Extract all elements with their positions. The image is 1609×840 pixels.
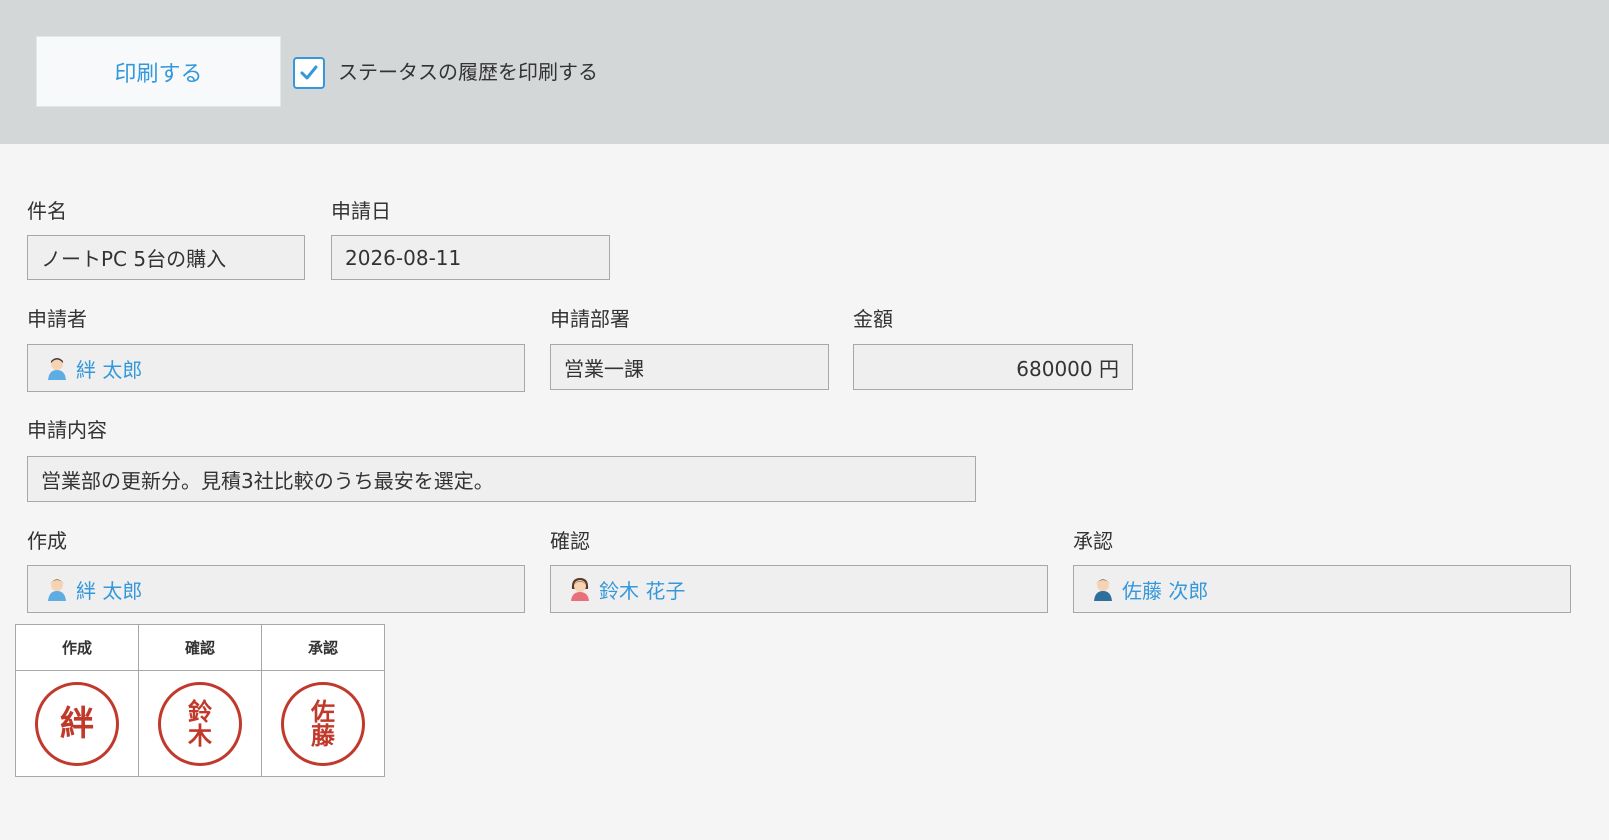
apply-date-value: 2026-08-11 (345, 245, 462, 270)
print-history-checkbox[interactable] (293, 57, 325, 89)
seal-checker-text: 鈴木 (188, 697, 212, 750)
applicant-user-link[interactable]: 絆 太郎 (76, 354, 142, 383)
applicant-field: 絆 太郎 (27, 344, 525, 392)
user-avatar-female-icon (571, 578, 589, 601)
creator-label: 作成 (27, 529, 67, 553)
seal-checker: 鈴木 (158, 681, 242, 766)
department-label: 申請部署 (550, 307, 630, 331)
stamp-cell-checker: 鈴木 (138, 670, 262, 777)
user-avatar-icon (48, 358, 66, 380)
subject-field: ノートPC 5台の購入 (27, 235, 305, 280)
seal-creator: 絆 (35, 681, 119, 766)
print-button[interactable]: 印刷する (36, 36, 281, 107)
stamp-header-checker: 確認 (138, 624, 262, 671)
approver-label: 承認 (1073, 529, 1113, 553)
amount-label: 金額 (853, 307, 893, 331)
checker-user-link[interactable]: 鈴木 花子 (599, 575, 685, 604)
subject-value: ノートPC 5台の購入 (41, 247, 227, 271)
stamp-header-row: 作成 確認 承認 (15, 624, 385, 671)
checkmark-icon (300, 65, 318, 80)
seal-creator-text: 絆 (60, 703, 94, 744)
content-label: 申請内容 (27, 418, 107, 442)
stamp-seal-row: 絆 鈴木 佐藤 (15, 670, 385, 777)
stamp-header-approver: 承認 (261, 624, 385, 671)
amount-value: 680000 円 (1016, 356, 1119, 381)
stamp-cell-approver: 佐藤 (261, 670, 385, 777)
subject-label: 件名 (27, 199, 67, 223)
checker-label: 確認 (550, 529, 590, 553)
print-history-label[interactable]: ステータスの履歴を印刷する (338, 58, 598, 86)
print-toolbar: 印刷する ステータスの履歴を印刷する (0, 0, 1609, 144)
checker-field: 鈴木 花子 (550, 565, 1048, 613)
creator-user-link[interactable]: 絆 太郎 (76, 575, 142, 604)
seal-approver-text: 佐藤 (311, 697, 335, 750)
apply-date-field: 2026-08-11 (331, 235, 610, 280)
approval-stamp-table: 作成 確認 承認 絆 鈴木 佐藤 (15, 624, 385, 777)
stamp-header-creator: 作成 (15, 624, 139, 671)
approver-field: 佐藤 次郎 (1073, 565, 1571, 613)
user-avatar-icon (48, 579, 66, 601)
creator-field: 絆 太郎 (27, 565, 525, 613)
stamp-cell-creator: 絆 (15, 670, 139, 777)
approver-user-link[interactable]: 佐藤 次郎 (1122, 575, 1208, 604)
applicant-label: 申請者 (27, 307, 87, 331)
content-field: 営業部の更新分。見積3社比較のうち最安を選定。 (27, 456, 976, 502)
print-button-label: 印刷する (114, 61, 203, 87)
seal-approver: 佐藤 (281, 681, 365, 766)
department-field: 営業一課 (550, 344, 829, 390)
user-avatar-icon (1094, 579, 1112, 601)
apply-date-label: 申請日 (331, 199, 391, 223)
content-value: 営業部の更新分。見積3社比較のうち最安を選定。 (41, 468, 494, 493)
department-value: 営業一課 (564, 356, 644, 381)
amount-field: 680000 円 (853, 344, 1133, 390)
